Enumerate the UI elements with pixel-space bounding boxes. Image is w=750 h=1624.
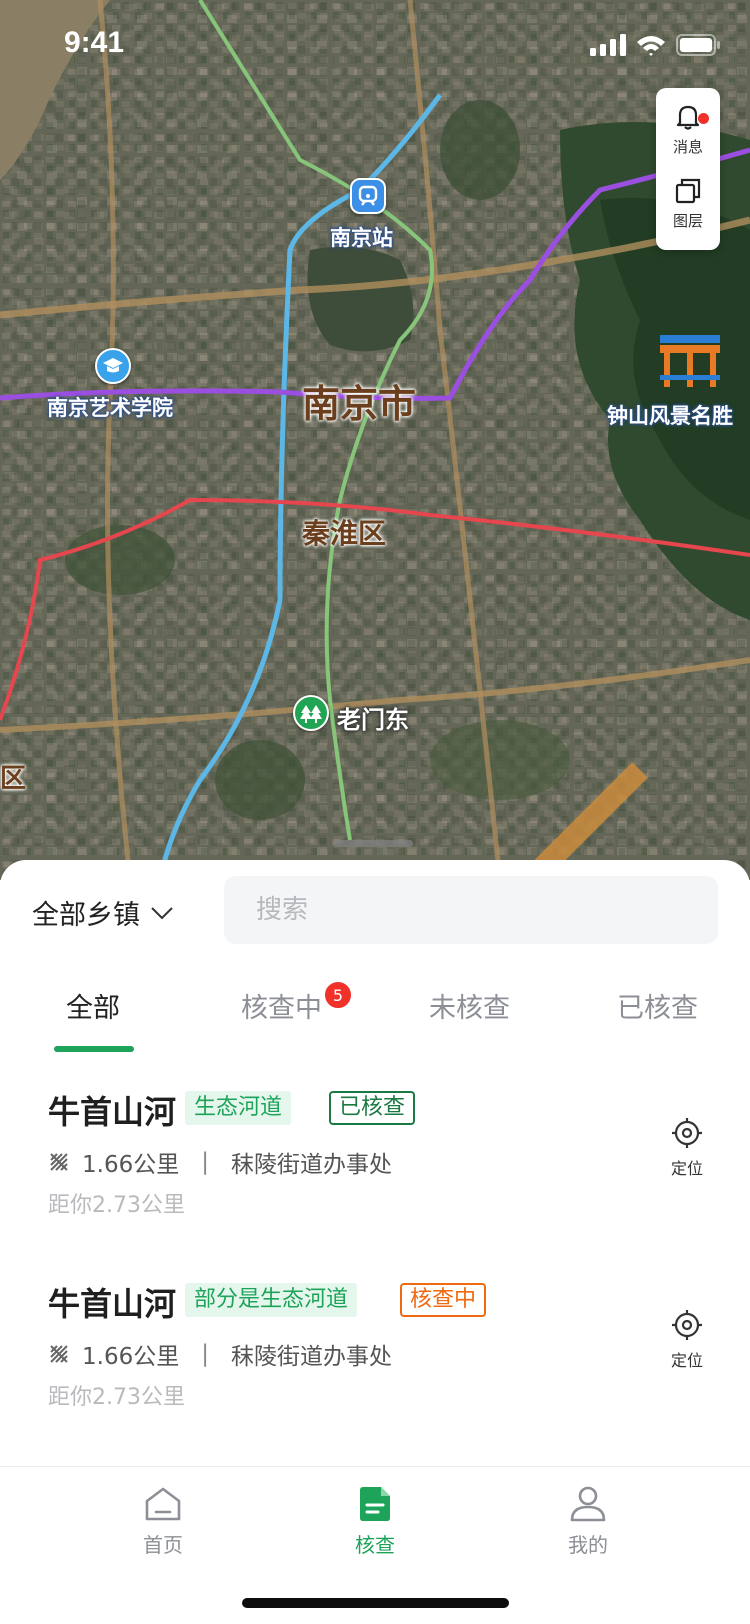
train-station-pin[interactable]	[350, 178, 386, 214]
person-icon	[570, 1486, 606, 1522]
map-imagery	[0, 0, 750, 880]
notification-dot	[698, 113, 709, 124]
chevron-down-icon	[151, 906, 173, 919]
river-distance: 距你2.73公里	[48, 1193, 185, 1218]
park-pin[interactable]	[293, 695, 329, 731]
river-office: 秣陵街道办事处	[230, 1344, 392, 1370]
river-type-tag: 部分是生态河道	[185, 1283, 358, 1317]
river-meta: 1.66公里 | 秣陵街道办事处	[48, 1337, 392, 1371]
park-label: 老门东	[337, 706, 409, 734]
city-label: 南京市	[302, 382, 417, 426]
tree-icon	[300, 705, 322, 723]
tab-checking[interactable]: 核查中	[241, 986, 322, 1025]
river-office: 秣陵街道办事处	[230, 1152, 392, 1178]
edge-district-label: 区	[0, 764, 27, 794]
tabbar-profile-label: 我的	[568, 1533, 608, 1557]
tab-all[interactable]: 全部	[66, 986, 120, 1025]
status-tag: 已核查	[329, 1091, 416, 1125]
messages-button[interactable]: 消息	[656, 102, 720, 172]
academy-label: 南京艺术学院	[47, 396, 173, 420]
crosshair-icon	[672, 1118, 702, 1148]
search-input[interactable]	[256, 895, 676, 925]
tabbar-home-label: 首页	[143, 1533, 183, 1557]
document-icon	[360, 1487, 390, 1521]
home-indicator	[242, 1598, 509, 1608]
river-card[interactable]: 牛首山河 部分是生态河道 核查中 1.66公里 | 秣陵街道办事处 距你2.73…	[0, 1279, 750, 1449]
crosshair-icon	[672, 1310, 702, 1340]
sheet-drag-handle[interactable]	[333, 840, 413, 847]
academy-pin[interactable]	[95, 348, 131, 384]
tabbar-inspect-label: 核查	[355, 1533, 395, 1557]
battery-icon	[676, 34, 720, 56]
scenic-area-label: 钟山风景名胜	[607, 404, 733, 428]
cellular-signal-icon	[590, 34, 626, 56]
locate-button[interactable]: 定位	[666, 1309, 708, 1371]
active-tab-indicator	[54, 1046, 134, 1052]
status-tag: 核查中	[400, 1283, 487, 1317]
river-name: 牛首山河	[48, 1285, 177, 1323]
status-bar: 9:41	[0, 0, 750, 90]
layers-icon	[675, 178, 701, 204]
river-length-icon	[50, 1345, 68, 1363]
messages-label: 消息	[672, 138, 703, 156]
river-length: 1.66公里	[82, 1152, 180, 1178]
status-icons	[590, 34, 720, 56]
station-label: 南京站	[330, 226, 393, 250]
locate-button[interactable]: 定位	[666, 1117, 708, 1179]
river-distance: 距你2.73公里	[48, 1385, 185, 1410]
tab-unchecked[interactable]: 未核查	[429, 986, 510, 1025]
map-tools-panel: 消息 图层	[656, 88, 720, 250]
meta-separator: |	[201, 1149, 209, 1175]
meta-separator: |	[201, 1341, 209, 1367]
town-dropdown[interactable]: 全部乡镇	[32, 893, 174, 932]
town-dropdown-label: 全部乡镇	[32, 900, 140, 931]
satellite-map[interactable]: 南京市 秦淮区 南京站 南京艺术学院 钟山风景名胜 老门东 区 9:41 消息 …	[0, 0, 750, 880]
river-length-icon	[50, 1153, 68, 1171]
tabbar-profile[interactable]: 我的	[543, 1485, 633, 1558]
status-time: 9:41	[64, 26, 125, 59]
river-card[interactable]: 牛首山河 生态河道 已核查 1.66公里 | 秣陵街道办事处 距你2.73公里 …	[0, 1087, 750, 1257]
checking-count-badge: 5	[323, 980, 353, 1010]
tab-checked[interactable]: 已核查	[617, 986, 698, 1025]
locate-label: 定位	[670, 1159, 703, 1178]
locate-label: 定位	[670, 1351, 703, 1370]
wifi-icon	[637, 36, 665, 56]
river-length: 1.66公里	[82, 1344, 180, 1370]
river-meta: 1.66公里 | 秣陵街道办事处	[48, 1145, 392, 1179]
river-type-tag: 生态河道	[185, 1091, 292, 1125]
layers-label: 图层	[672, 212, 703, 230]
home-icon	[145, 1487, 181, 1521]
search-box[interactable]	[224, 876, 718, 944]
district-label: 秦淮区	[302, 517, 387, 550]
train-icon	[358, 185, 378, 206]
layers-button[interactable]: 图层	[656, 176, 720, 246]
tabbar-inspect[interactable]: 核查	[330, 1485, 420, 1558]
river-name: 牛首山河	[48, 1093, 177, 1131]
tabbar-home[interactable]: 首页	[118, 1485, 208, 1558]
graduation-cap-icon	[103, 358, 123, 373]
